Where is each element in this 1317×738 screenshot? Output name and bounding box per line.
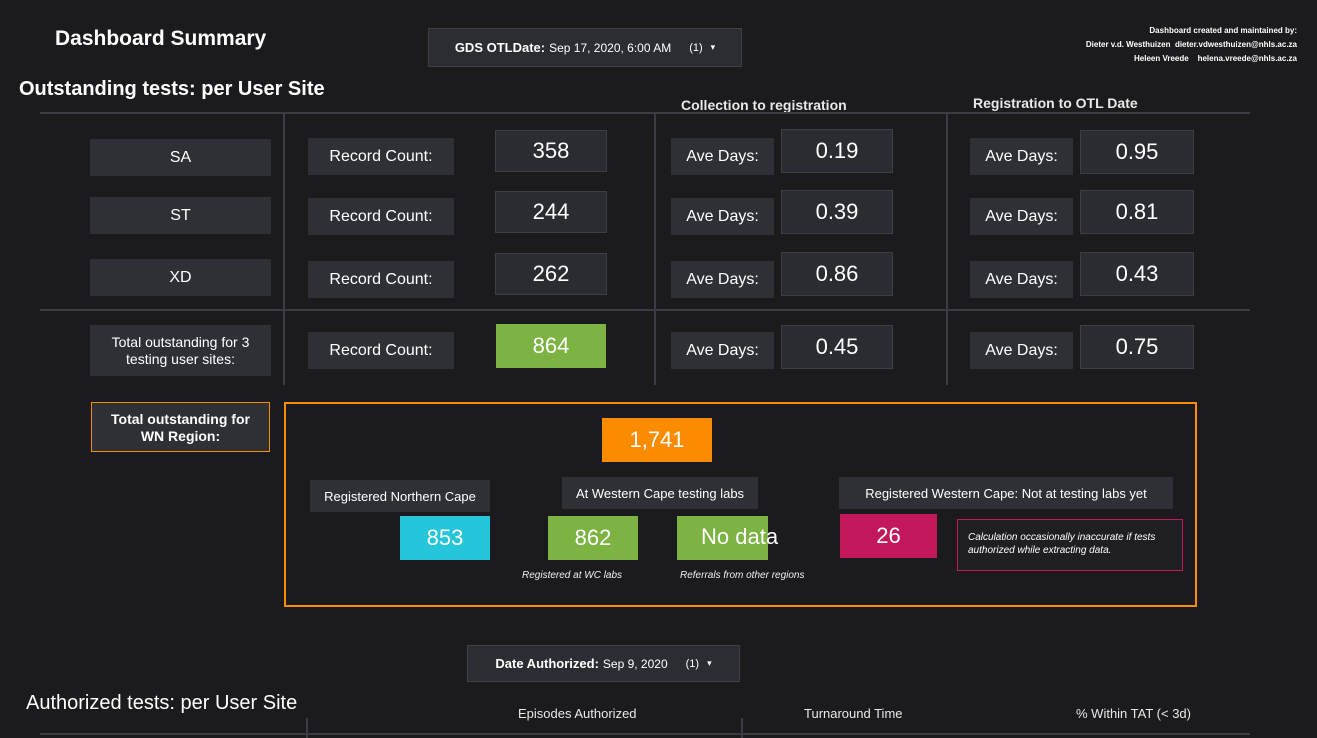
credits-name-2: Heleen Vreede [1134, 54, 1189, 63]
record-count-label: Record Count: [308, 332, 454, 369]
registered-nc-label: Registered Northern Cape [310, 480, 490, 512]
collection-days-value: 0.19 [781, 129, 893, 173]
ave-days-label: Ave Days: [671, 198, 774, 235]
credits-email-2[interactable]: helena.vreede@nhls.ac.za [1198, 54, 1297, 63]
chevron-down-icon: ▾ [707, 658, 712, 668]
authorized-grid-line-v1 [306, 718, 308, 738]
wc-labs-label: At Western Cape testing labs [562, 477, 758, 509]
not-at-labs-value: 26 [840, 514, 937, 558]
record-count-label: Record Count: [308, 261, 454, 298]
outstanding-section-title: Outstanding tests: per User Site [19, 78, 325, 100]
episodes-authorized-header: Episodes Authorized [518, 706, 637, 721]
gds-filter-value: Sep 17, 2020, 6:00 AM [549, 40, 672, 55]
total-record-count-value: 864 [496, 324, 606, 368]
registration-header: Registration to OTL Date [973, 95, 1138, 111]
collection-days-value: 0.86 [781, 252, 893, 296]
total-sites-label: Total outstanding for 3 testing user sit… [90, 325, 271, 376]
chevron-down-icon: ▾ [710, 42, 716, 52]
dashboard-canvas: Dashboard Summary GDS OTLDate: Sep 17, 20… [0, 0, 1317, 738]
grid-line-v2 [654, 112, 656, 385]
collection-header: Collection to registration [681, 97, 847, 113]
region-label: Total outstanding for WN Region: [91, 402, 270, 452]
authorized-filter-value: Sep 9, 2020 [602, 656, 668, 671]
turnaround-time-header: Turnaround Time [804, 706, 903, 721]
credits-name-1: Dieter v.d. Westhuizen [1085, 40, 1171, 49]
grid-line-top [40, 112, 1250, 114]
site-label-st: ST [90, 197, 271, 234]
not-at-labs-label: Registered Western Cape: Not at testing … [839, 477, 1173, 509]
collection-days-value: 0.39 [781, 190, 893, 234]
site-label-xd: XD [90, 259, 271, 296]
record-count-value: 358 [495, 130, 607, 172]
credits-heading: Dashboard created and maintained by: [1149, 26, 1297, 35]
authorized-filter-label: Date Authorized: [495, 656, 599, 671]
wc-labs-value: 862 [548, 516, 638, 560]
date-authorized-filter[interactable]: Date Authorized: Sep 9, 2020 (1) ▾ [467, 645, 740, 682]
referrals-value: No data [677, 516, 778, 560]
registration-days-value: 0.95 [1080, 130, 1194, 174]
registration-days-value: 0.43 [1080, 252, 1194, 296]
ave-days-label: Ave Days: [970, 261, 1073, 298]
record-count-value: 262 [495, 253, 607, 295]
ave-days-label: Ave Days: [671, 261, 774, 298]
page-title: Dashboard Summary [55, 27, 267, 50]
ave-days-label: Ave Days: [970, 332, 1073, 369]
grid-line-v1 [283, 112, 285, 385]
authorized-grid-line [40, 733, 1250, 735]
gds-otl-date-filter[interactable]: GDS OTLDate: Sep 17, 2020, 6:00 AM (1) ▾ [428, 28, 742, 67]
referrals-value-text: No data [701, 524, 779, 549]
within-tat-header: % Within TAT (< 3d) [1076, 706, 1191, 721]
authorized-section-title: Authorized tests: per User Site [26, 692, 298, 714]
ave-days-label: Ave Days: [671, 138, 774, 175]
registered-nc-value: 853 [400, 516, 490, 560]
region-total-value: 1,741 [602, 418, 712, 462]
record-count-label: Record Count: [308, 198, 454, 235]
credits-email-1[interactable]: dieter.vdwesthuizen@nhls.ac.za [1175, 40, 1297, 49]
grid-line-v3 [946, 112, 948, 385]
record-count-label: Record Count: [308, 138, 454, 175]
authorized-grid-line-v2 [741, 718, 743, 738]
authorized-filter-count: (1) [685, 657, 700, 670]
warning-note: Calculation occasionally inaccurate if t… [957, 519, 1183, 571]
wc-labs-note: Registered at WC labs [522, 570, 623, 581]
total-registration-days-value: 0.75 [1080, 325, 1194, 369]
total-collection-days-value: 0.45 [781, 325, 893, 369]
gds-filter-label: GDS OTLDate: [454, 40, 546, 55]
ave-days-label: Ave Days: [970, 138, 1073, 175]
ave-days-label: Ave Days: [970, 198, 1073, 235]
referrals-note: Referrals from other regions [680, 570, 805, 581]
site-label-sa: SA [90, 139, 271, 176]
grid-line-mid [40, 309, 1250, 311]
record-count-value: 244 [495, 191, 607, 233]
registration-days-value: 0.81 [1080, 190, 1194, 234]
ave-days-label: Ave Days: [671, 332, 774, 369]
gds-filter-count: (1) [689, 41, 703, 54]
credits: Dashboard created and maintained by: Die… [1086, 24, 1297, 66]
